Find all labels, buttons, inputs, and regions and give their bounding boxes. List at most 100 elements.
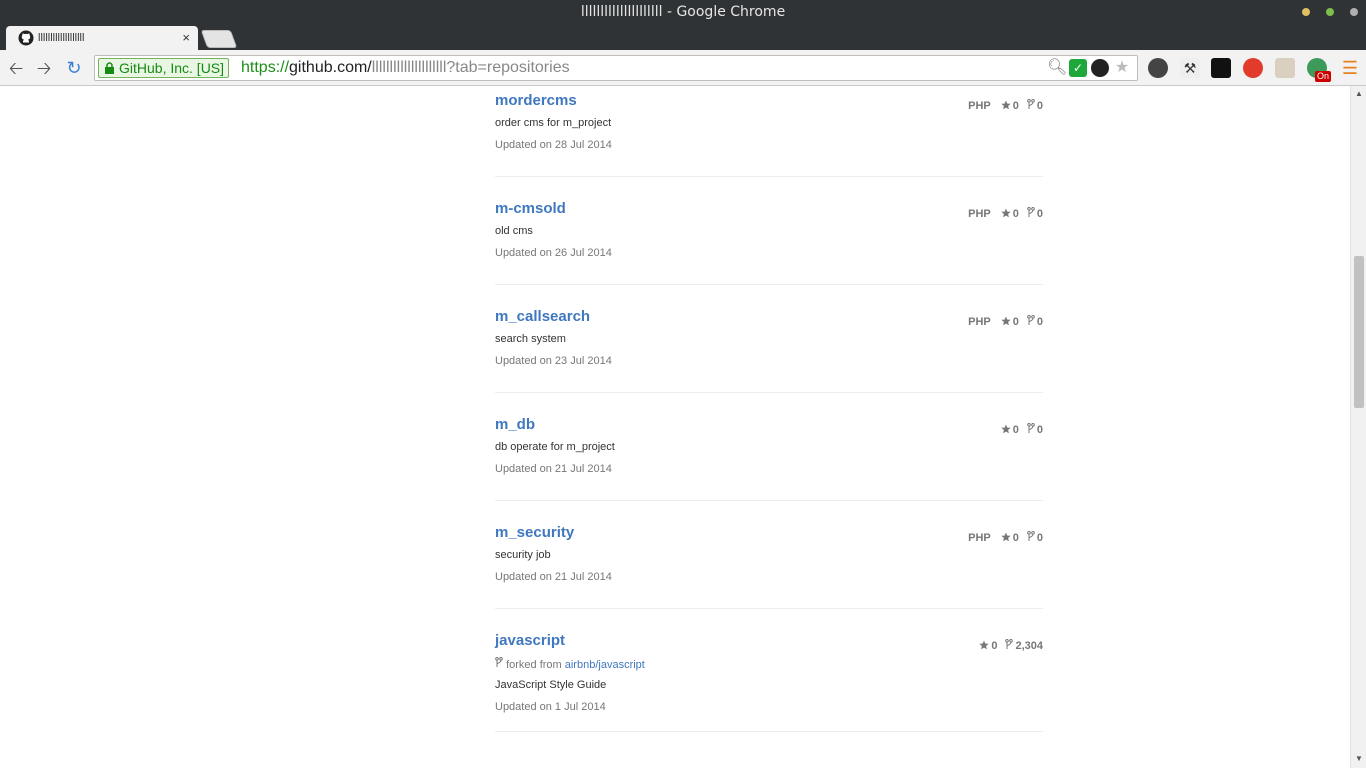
new-tab-button[interactable]: [200, 30, 238, 48]
repo-divider: [495, 731, 1043, 732]
repo-name-link[interactable]: m_security: [495, 524, 574, 541]
fork-count: 0: [1036, 316, 1043, 328]
github-extension-icon[interactable]: [1091, 59, 1109, 77]
repo-item: m_security PHP 0 0 security job Updated on 21…: [495, 524, 1043, 632]
fork-icon: [1005, 639, 1014, 653]
repo-language: PHP: [968, 316, 991, 328]
repo-updated: Updated on 21 Jul 2014: [495, 463, 612, 475]
repo-description: old cms: [495, 225, 533, 237]
repo-description: JavaScript Style Guide: [495, 679, 607, 691]
repo-name-link[interactable]: mordercms: [495, 92, 577, 109]
back-icon[interactable]: 🡠: [6, 58, 26, 78]
repo-forks[interactable]: 0: [1027, 423, 1043, 437]
fork-icon: [1027, 315, 1035, 329]
fork-icon: [1027, 99, 1035, 113]
fork-count: 0: [1036, 532, 1043, 544]
repo-updated: Updated on 23 Jul 2014: [495, 355, 612, 367]
menu-icon[interactable]: ☰: [1340, 58, 1360, 78]
forked-from-link[interactable]: airbnb/javascript: [565, 659, 645, 671]
reload-icon[interactable]: ↻: [64, 58, 84, 78]
extension-d-icon[interactable]: [1148, 58, 1168, 78]
shield-extension-icon[interactable]: ✓: [1069, 59, 1087, 77]
tab-close-icon[interactable]: ×: [182, 26, 190, 50]
repo-stars[interactable]: 0: [1001, 424, 1019, 437]
repo-item: mordercms PHP 0 0 order cms for m_project Upd…: [495, 92, 1043, 200]
fork-count: 0: [1036, 208, 1043, 220]
repo-forks[interactable]: 0: [1027, 315, 1043, 329]
repo-updated: Updated on 28 Jul 2014: [495, 139, 612, 151]
ev-label: GitHub, Inc. [US]: [119, 60, 225, 76]
repo-updated: Updated on 1 Jul 2014: [495, 701, 606, 713]
star-count: 0: [1012, 532, 1019, 544]
repo-stats: PHP 0 0: [968, 315, 1043, 329]
extension-wrench-icon[interactable]: ⚒: [1180, 58, 1200, 78]
page-content: mordercms PHP 0 0 order cms for m_project Upd…: [0, 86, 1350, 768]
star-count: 0: [1012, 100, 1019, 112]
repo-updated: Updated on 21 Jul 2014: [495, 571, 612, 583]
repo-description: search system: [495, 333, 566, 345]
star-count: 0: [1012, 208, 1019, 220]
repo-updated: Updated on 26 Jul 2014: [495, 247, 612, 259]
star-icon: [1001, 424, 1011, 437]
browser-toolbar: 🡠 🡢 ↻ GitHub, Inc. [US] https://github.c…: [0, 50, 1366, 86]
github-icon: [18, 30, 34, 46]
repo-item: m_callsearch PHP 0 0 search system Updated on…: [495, 308, 1043, 416]
repo-item: javascript 0 2,304 forked from airbnb/java…: [495, 632, 1043, 766]
repo-forks[interactable]: 0: [1027, 207, 1043, 221]
extension-badge: On: [1315, 71, 1332, 82]
minimize-button[interactable]: [1302, 8, 1310, 16]
repo-forks[interactable]: 0: [1027, 99, 1043, 113]
fork-icon: [1027, 423, 1035, 437]
close-window-button[interactable]: [1350, 8, 1358, 16]
search-icon[interactable]: 🔍︎: [1047, 59, 1067, 77]
repo-language: PHP: [968, 100, 991, 112]
repo-name-link[interactable]: javascript: [495, 632, 565, 649]
tab-strip: lllllllllllllllllll ×: [0, 24, 1366, 50]
star-icon: [1001, 208, 1011, 221]
extension-mask-icon[interactable]: [1211, 58, 1231, 78]
repo-divider: [495, 176, 1043, 177]
repo-stats: PHP 0 0: [968, 99, 1043, 113]
repo-stars[interactable]: 0: [1001, 100, 1019, 113]
repo-description: security job: [495, 549, 551, 561]
repo-name-link[interactable]: m_callsearch: [495, 308, 590, 325]
scroll-down-icon[interactable]: ▼: [1355, 754, 1363, 763]
fork-count: 0: [1036, 424, 1043, 436]
maximize-button[interactable]: [1326, 8, 1334, 16]
repo-stats: 0 2,304: [979, 639, 1043, 653]
repo-name-link[interactable]: m-cmsold: [495, 200, 566, 217]
ev-certificate-badge[interactable]: GitHub, Inc. [US]: [98, 58, 230, 78]
omnibox-icons: 🔍︎ ✓ ★: [1047, 59, 1131, 79]
repo-stats: 00: [1001, 423, 1043, 437]
address-bar[interactable]: GitHub, Inc. [US] https://github.com/lll…: [94, 55, 1138, 81]
star-icon: [1001, 532, 1011, 545]
repo-language: PHP: [968, 208, 991, 220]
repo-forks[interactable]: 0: [1027, 531, 1043, 545]
extension-figure-icon[interactable]: [1275, 58, 1295, 78]
repo-name-link[interactable]: m_db: [495, 416, 535, 433]
extension-santa-icon[interactable]: [1243, 58, 1263, 78]
forked-from-note: forked from airbnb/javascript: [495, 657, 645, 671]
star-count: 0: [991, 640, 998, 652]
repo-description: db operate for m_project: [495, 441, 615, 453]
repo-language: PHP: [968, 532, 991, 544]
repo-stats: PHP 0 0: [968, 531, 1043, 545]
repo-item: m-cmsold PHP 0 0 old cms Updated on 26 Jul 20…: [495, 200, 1043, 308]
scroll-up-icon[interactable]: ▲: [1355, 89, 1363, 98]
url-text[interactable]: https://github.com/lllllllllllllllllllll…: [241, 56, 570, 80]
window-title: lllllllllllllllllllll - Google Chrome: [580, 4, 786, 20]
repo-stars[interactable]: 0: [1001, 532, 1019, 545]
fork-count: 2,304: [1015, 640, 1043, 652]
forward-icon[interactable]: 🡢: [34, 58, 54, 78]
repo-forks[interactable]: 2,304: [1005, 639, 1043, 653]
page-scrollbar[interactable]: ▲ ▼: [1350, 86, 1366, 768]
repo-description: order cms for m_project: [495, 117, 612, 129]
url-scheme: https://: [241, 59, 290, 76]
repo-stars[interactable]: 0: [1001, 208, 1019, 221]
repo-stars[interactable]: 0: [979, 640, 997, 653]
bookmark-star-icon[interactable]: ★: [1113, 59, 1131, 77]
scrollbar-thumb[interactable]: [1354, 256, 1364, 408]
repo-stars[interactable]: 0: [1001, 316, 1019, 329]
tab-github[interactable]: lllllllllllllllllll ×: [6, 26, 198, 50]
repo-item: m_db 0 0 db operate for m_project Updated on…: [495, 416, 1043, 524]
